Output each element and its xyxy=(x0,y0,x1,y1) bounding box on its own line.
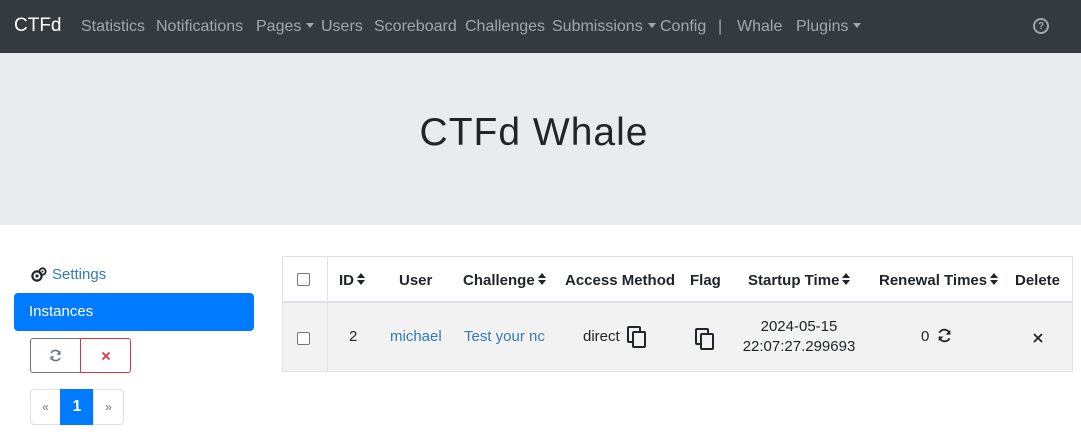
sidebar-item-settings[interactable]: Settings xyxy=(31,266,106,283)
instance-id: 2 xyxy=(349,328,358,345)
table-row: 2 michael Test your nc direct 2024-05-15… xyxy=(283,303,1072,371)
chevron-down-icon xyxy=(647,23,656,28)
column-header-delete: Delete xyxy=(1015,272,1061,289)
instance-action-buttons xyxy=(30,338,131,373)
header-label: Renewal Times xyxy=(879,272,988,289)
sort-icon xyxy=(990,273,999,286)
renewal-times-cell: 0 xyxy=(921,327,952,347)
column-header-renewal-times[interactable]: Renewal Times xyxy=(879,272,999,289)
refresh-icon xyxy=(50,349,61,362)
delete-selected-button[interactable] xyxy=(80,338,131,373)
nav-submissions[interactable]: Submissions xyxy=(552,17,656,36)
sort-icon xyxy=(842,273,851,286)
renewal-count: 0 xyxy=(921,328,930,345)
access-method-cell: direct xyxy=(583,325,648,349)
table-header: ID User Challenge Access Method Flag Sta… xyxy=(283,257,1072,303)
sort-icon xyxy=(537,273,547,286)
pagination-next[interactable]: » xyxy=(93,389,124,425)
delete-instance-icon[interactable] xyxy=(1033,333,1043,343)
renew-instance-icon[interactable] xyxy=(937,328,952,343)
startup-clock: 22:07:27.299693 xyxy=(742,338,856,355)
nav-submissions-label: Submissions xyxy=(552,18,643,35)
top-navbar: CTFd Statistics Notifications Pages User… xyxy=(0,0,1081,53)
nav-notifications[interactable]: Notifications xyxy=(156,17,243,36)
sidebar-item-label: Settings xyxy=(52,266,107,283)
gears-icon xyxy=(31,266,47,282)
startup-time-cell: 2024-05-15 22:07:27.299693 xyxy=(741,317,857,357)
instance-challenge-link[interactable]: Test your nc xyxy=(464,327,545,347)
column-header-challenge[interactable]: Challenge xyxy=(463,272,547,289)
column-header-user: User xyxy=(399,272,433,289)
column-header-access-method: Access Method xyxy=(565,272,676,289)
instance-user-link[interactable]: michael xyxy=(390,327,442,347)
page-title: CTFd Whale xyxy=(419,111,649,154)
column-header-flag: Flag xyxy=(690,272,721,289)
copy-icon[interactable] xyxy=(626,325,648,349)
startup-date: 2024-05-15 xyxy=(760,318,838,335)
renew-selected-button[interactable] xyxy=(30,338,81,373)
chevron-down-icon xyxy=(306,23,315,28)
nav-plugins[interactable]: Plugins xyxy=(796,17,862,36)
nav-plugins-label: Plugins xyxy=(796,18,849,35)
nav-pages[interactable]: Pages xyxy=(256,17,315,36)
column-divider xyxy=(327,257,328,371)
sort-icon xyxy=(357,273,366,286)
nav-scoreboard[interactable]: Scoreboard xyxy=(374,17,457,36)
copy-flag-icon[interactable] xyxy=(694,327,716,351)
nav-whale[interactable]: Whale xyxy=(737,17,782,36)
nav-config[interactable]: Config xyxy=(660,17,706,36)
instances-table: ID User Challenge Access Method Flag Sta… xyxy=(282,256,1073,372)
chevron-down-icon xyxy=(853,23,862,28)
nav-pages-label: Pages xyxy=(256,18,302,35)
pagination-prev[interactable]: « xyxy=(30,389,61,425)
access-method-value: direct xyxy=(583,328,620,345)
nav-challenges[interactable]: Challenges xyxy=(465,17,545,36)
sidebar-item-instances[interactable]: Instances xyxy=(14,293,254,331)
select-all-checkbox[interactable] xyxy=(297,273,310,286)
brand-logo[interactable]: CTFd xyxy=(14,15,62,37)
nav-users[interactable]: Users xyxy=(321,17,363,36)
header-label: Startup Time xyxy=(748,272,840,289)
row-select-checkbox[interactable] xyxy=(297,332,310,345)
question-circle-icon[interactable]: ? xyxy=(1033,18,1049,34)
header-label: Challenge xyxy=(463,272,535,289)
column-header-startup-time[interactable]: Startup Time xyxy=(748,272,851,289)
header-label: ID xyxy=(339,272,354,289)
pagination: « 1 » xyxy=(30,389,124,425)
nav-statistics[interactable]: Statistics xyxy=(81,17,145,36)
nav-divider: | xyxy=(718,18,723,35)
column-header-id[interactable]: ID xyxy=(339,272,366,289)
pagination-page-1[interactable]: 1 xyxy=(60,389,94,425)
close-icon xyxy=(101,351,110,360)
